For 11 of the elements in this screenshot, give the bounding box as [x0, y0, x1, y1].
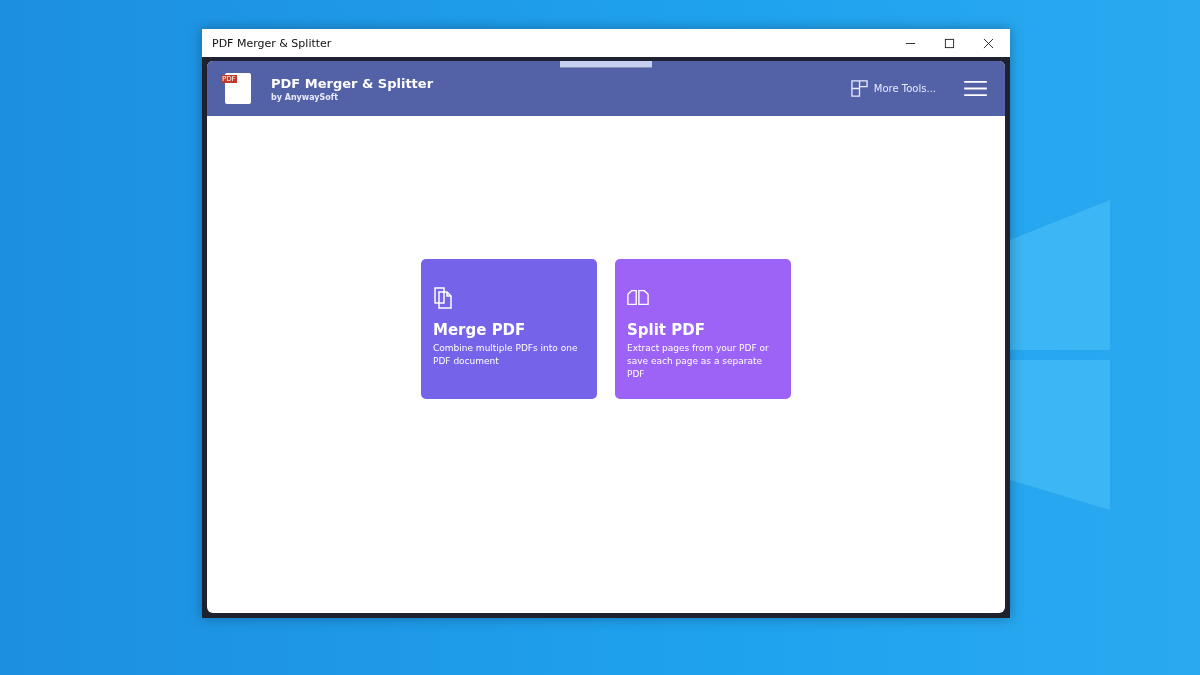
tiles-icon: [850, 80, 868, 97]
window-title: PDF Merger & Splitter: [212, 36, 332, 50]
app-name: PDF Merger & Splitter: [271, 75, 434, 91]
close-icon[interactable]: [983, 37, 994, 49]
menu-icon[interactable]: [964, 80, 987, 97]
tool-card[interactable]: Merge PDF Combine multiple PDFs into one PDF document: [421, 259, 597, 399]
stacked-pages-icon: [433, 287, 455, 309]
publisher-name: by AnywaySoft: [271, 92, 340, 102]
maximize-icon[interactable]: [944, 37, 955, 49]
tool-card[interactable]: Split PDF Extract pages from your PDF or save each page as a separate PDF: [615, 259, 791, 399]
more-tools-button[interactable]: More Tools...: [850, 80, 936, 97]
